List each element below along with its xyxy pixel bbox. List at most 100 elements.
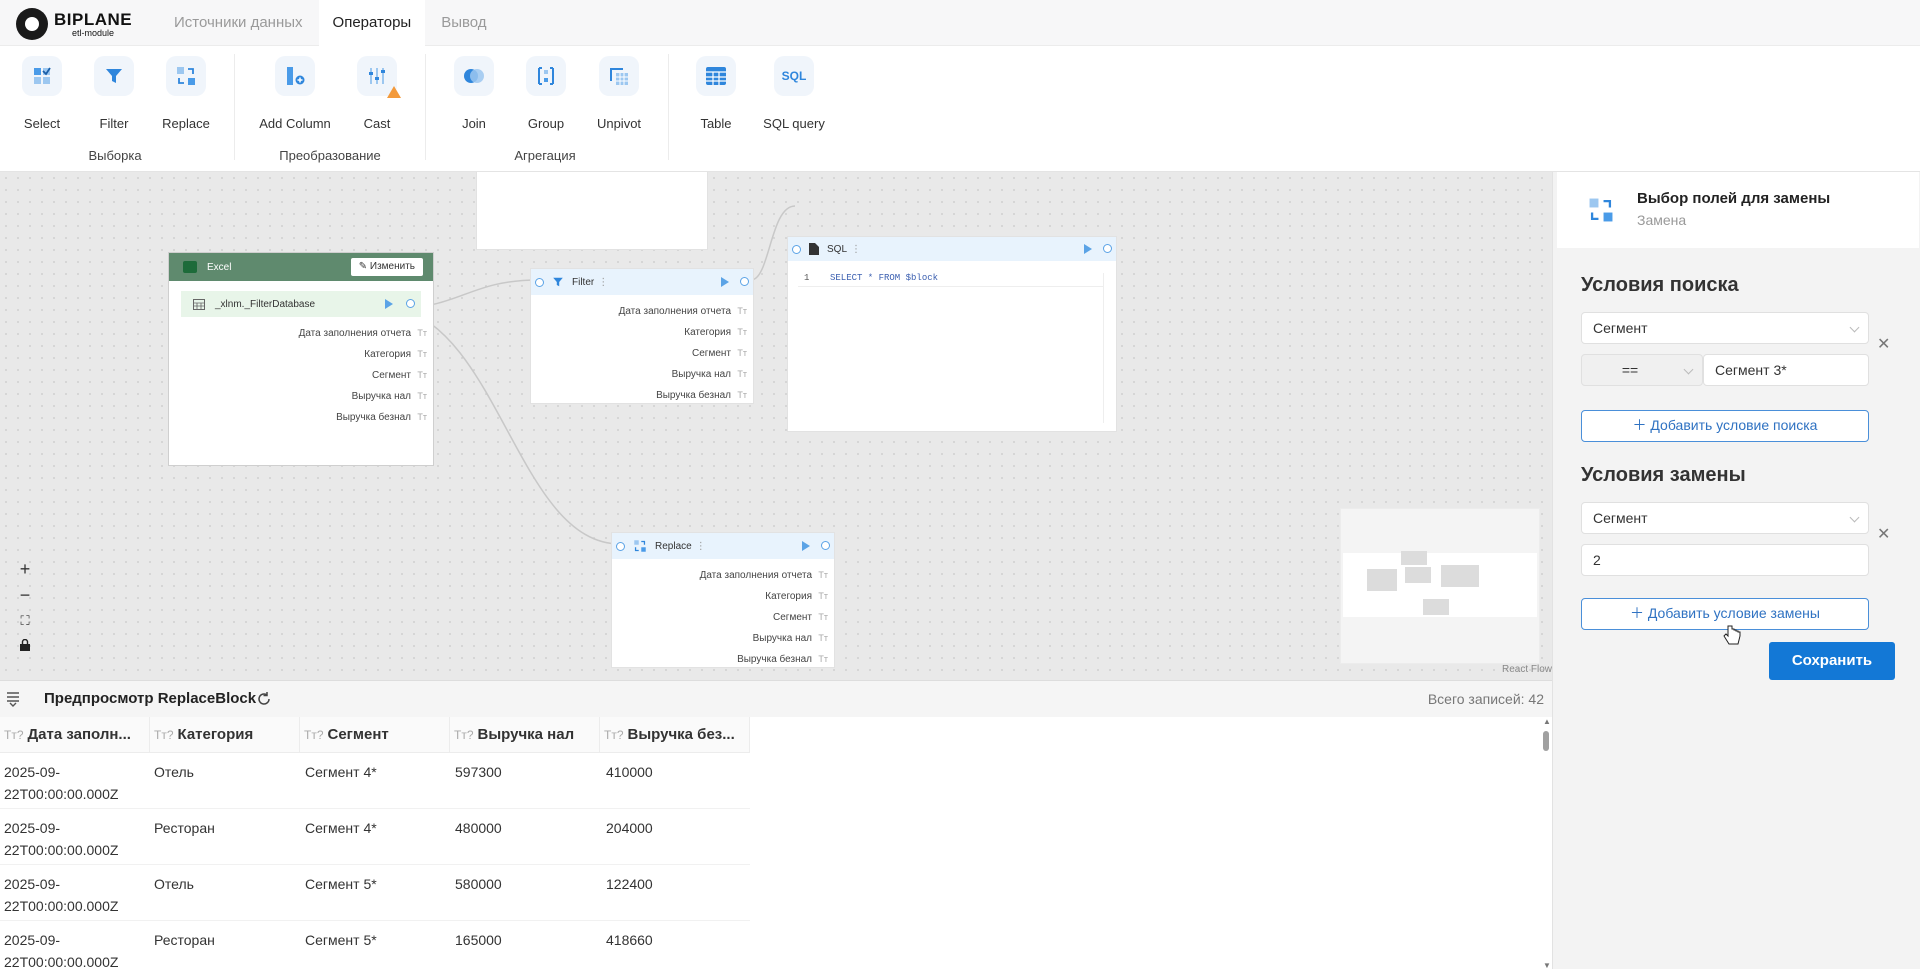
tool-cast[interactable]: Cast [337,46,417,131]
drag-handle-icon[interactable]: ⋮ [851,244,861,255]
replace-field-select[interactable]: Сегмент [1581,502,1869,534]
table-row[interactable]: 2025-09- 22T00:00:00.000Z Ресторан Сегмен… [0,809,750,865]
tool-add-column[interactable]: Add Column [255,46,335,131]
output-port[interactable] [1103,244,1112,253]
menu-icon[interactable] [6,691,20,707]
operators-toolbar: Select Filter Replace Add Column Cast Jo… [0,46,1920,172]
react-flow-attribution[interactable]: React Flow [1502,664,1552,675]
lock-button[interactable] [12,634,38,660]
column-header-card[interactable]: Tт? Выручка без... [600,717,750,753]
input-port[interactable] [616,541,625,551]
node-field: Категория Tт [765,591,828,602]
drag-handle-icon[interactable]: ⋮ [696,541,706,552]
flow-node-replace[interactable]: Replace ⋮ Дата заполнения отчета Tт Катег… [611,532,835,668]
input-port[interactable] [535,277,544,287]
table-row[interactable]: 2025-09- 22T00:00:00.000Z Отель Сегмент 5… [0,865,750,921]
tool-join[interactable]: Join [434,46,514,131]
replace-node-header: Replace ⋮ [612,533,834,559]
node-field: Дата заполнения отчета Tт [618,306,747,317]
save-button[interactable]: Сохранить [1769,642,1895,680]
column-header-segment[interactable]: Tт? Сегмент [300,717,450,753]
replace-value-text: 2 [1593,552,1601,568]
refresh-icon[interactable] [256,691,272,707]
column-header-cash[interactable]: Tт? Выручка нал [450,717,600,753]
replace-value-input[interactable]: 2 [1581,544,1869,576]
search-field-select[interactable]: Сегмент [1581,312,1869,344]
edit-button[interactable]: ✎ Изменить [350,258,423,276]
replace-icon [1589,198,1613,222]
tool-replace[interactable]: Replace [146,46,226,131]
panel-header: Выбор полей для замены Замена [1557,172,1919,248]
search-operator-select[interactable]: == [1581,354,1703,386]
group-icon [526,56,566,96]
tool-sql-query[interactable]: SQL SQL query [754,46,834,131]
input-port[interactable] [792,244,801,254]
cell-segment: Сегмент 5* [305,876,377,892]
cell-card: 204000 [606,820,653,836]
logo-subtitle: etl-module [72,28,115,38]
output-port[interactable] [740,277,749,286]
cell-cash: 165000 [455,932,502,948]
zoom-out-button[interactable]: − [12,582,38,608]
minimap[interactable] [1340,508,1540,664]
top-bar: BIPLANE etl-module Источники данных Опер… [0,0,1920,46]
search-operator-value: == [1621,362,1639,378]
search-value-input[interactable]: Сегмент 3* [1703,354,1869,386]
excel-table-row[interactable]: _xlnm._FilterDatabase [181,291,421,317]
drag-handle-icon[interactable]: ⋮ [598,277,608,288]
replace-icon [634,540,646,552]
remove-replace-condition-button[interactable]: ✕ [1877,524,1890,544]
output-port[interactable] [406,299,415,308]
preview-scrollbar[interactable]: ▲ ▼ [1542,717,1551,969]
excel-node-title: Excel [207,261,232,273]
column-header-category[interactable]: Tт? Категория [150,717,300,753]
properties-panel: Выбор полей для замены Замена Условия по… [1552,172,1920,969]
tool-table[interactable]: Table [676,46,756,131]
cell-date: 2025-09- 22T00:00:00.000Z [4,764,119,802]
tab-operators[interactable]: Операторы [318,0,426,46]
flow-canvas[interactable]: Excel ✎ Изменить _xlnm._FilterDatabase Д… [0,172,1552,680]
cell-date: 2025-09- 22T00:00:00.000Z [4,820,119,858]
run-icon[interactable] [802,541,810,551]
table-row[interactable]: 2025-09- 22T00:00:00.000Z Ресторан Сегмен… [0,921,750,969]
flow-node-sql[interactable]: SQL ⋮ 1 SELECT * FROM $block [787,236,1117,432]
node-field: Сегмент Tт [773,612,828,623]
add-search-condition-button[interactable]: ＋ Добавить условие поиска [1581,410,1869,442]
remove-search-condition-button[interactable]: ✕ [1877,334,1890,354]
add-column-icon [275,56,315,96]
panel-subtitle: Замена [1637,212,1687,228]
select-icon [22,56,62,96]
chevron-down-icon [1683,364,1694,375]
cell-card: 122400 [606,876,653,892]
run-icon[interactable] [721,277,729,287]
cell-cash: 480000 [455,820,502,836]
tool-select[interactable]: Select [2,46,82,131]
tool-label: Unpivot [596,116,642,131]
run-icon[interactable] [385,299,393,309]
tool-unpivot[interactable]: Unpivot [579,46,659,131]
tab-sources[interactable]: Источники данных [160,0,317,46]
table-icon [696,56,736,96]
zoom-in-button[interactable]: + [12,556,38,582]
column-header-date[interactable]: Tт? Дата заполн... [0,717,150,753]
flow-node-filter[interactable]: Filter ⋮ Дата заполнения отчета Tт Катего… [530,268,754,404]
join-icon [454,56,494,96]
cell-cash: 597300 [455,764,502,780]
cell-category: Отель [154,764,194,780]
run-icon[interactable] [1084,244,1092,254]
flow-node-excel[interactable]: Excel ✎ Изменить _xlnm._FilterDatabase Д… [168,252,434,466]
main-tabs: Источники данных Операторы Вывод [160,0,503,46]
replace-conditions-heading: Условия замены [1581,464,1746,486]
add-replace-label: Добавить условие замены [1647,605,1820,621]
tool-filter[interactable]: Filter [74,46,154,131]
document-icon [809,243,819,255]
flow-node-empty[interactable] [476,172,708,250]
fit-view-button[interactable]: ⛶ [12,608,38,634]
sql-editor[interactable]: 1 SELECT * FROM $block [798,273,1104,423]
tool-group[interactable]: Group [506,46,586,131]
node-field: Дата заполнения отчета Tт [699,570,828,581]
table-row[interactable]: 2025-09- 22T00:00:00.000Z Отель Сегмент 4… [0,753,750,809]
output-port[interactable] [821,541,830,550]
scrollbar-thumb[interactable] [1543,731,1549,751]
tab-output[interactable]: Вывод [427,0,500,46]
